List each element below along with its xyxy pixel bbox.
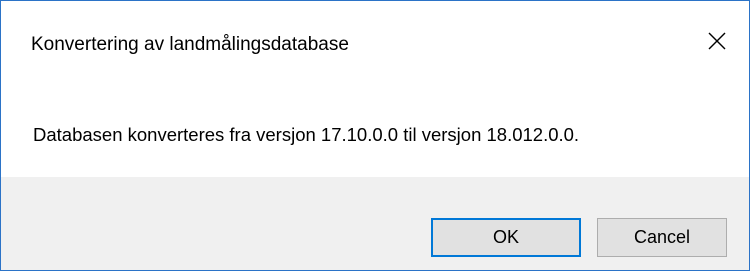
close-icon bbox=[708, 32, 726, 50]
dialog-footer: OK Cancel bbox=[1, 177, 749, 270]
cancel-button[interactable]: Cancel bbox=[597, 218, 727, 257]
dialog-window: Konvertering av landmålingsdatabase Data… bbox=[0, 0, 750, 271]
dialog-message: Databasen konverteres fra versjon 17.10.… bbox=[33, 124, 580, 145]
dialog-content: Databasen konverteres fra versjon 17.10.… bbox=[1, 91, 749, 177]
ok-button[interactable]: OK bbox=[431, 218, 581, 257]
title-bar: Konvertering av landmålingsdatabase bbox=[1, 1, 749, 91]
close-button[interactable] bbox=[685, 1, 749, 81]
window-title: Konvertering av landmålingsdatabase bbox=[31, 34, 349, 55]
